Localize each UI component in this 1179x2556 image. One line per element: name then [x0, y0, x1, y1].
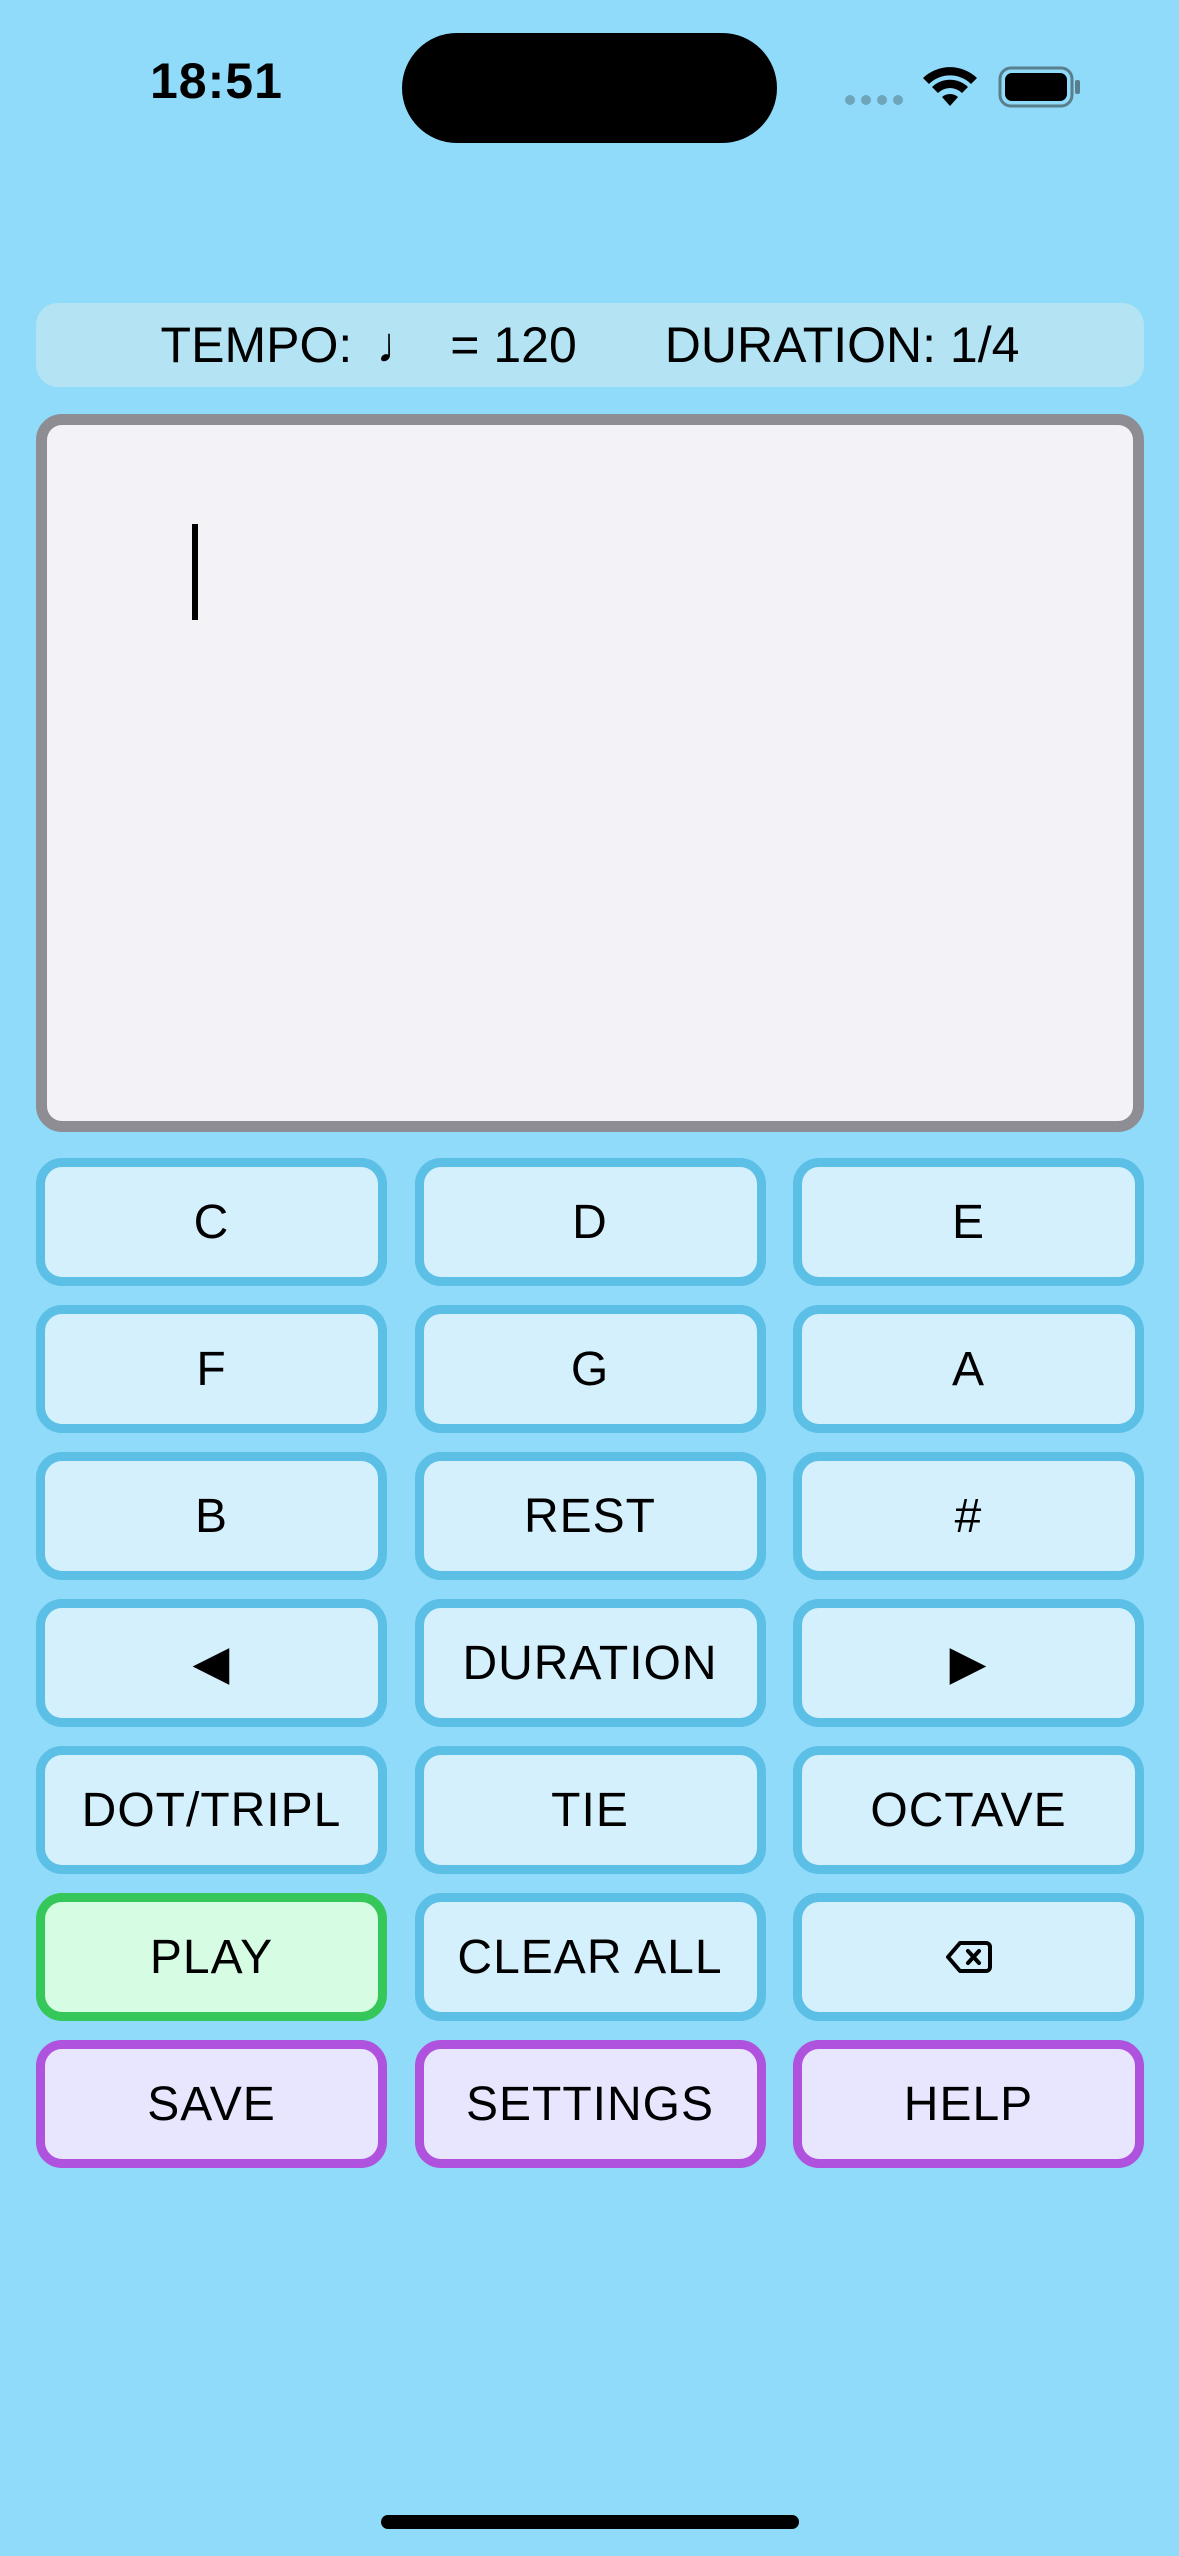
- battery-icon: [998, 66, 1080, 108]
- tempo-value: = 120: [450, 317, 577, 373]
- info-bar: TEMPO: ♩ = 120 DURATION: 1/4: [36, 303, 1144, 387]
- octave-button[interactable]: OCTAVE: [793, 1746, 1144, 1874]
- note-a-button[interactable]: A: [793, 1305, 1144, 1433]
- quarter-note-icon: ♩: [376, 317, 427, 373]
- note-b-button[interactable]: B: [36, 1452, 387, 1580]
- tempo-label: TEMPO:: [160, 317, 353, 373]
- cursor-right-button[interactable]: ▶: [793, 1599, 1144, 1727]
- note-g-button[interactable]: G: [414, 1305, 766, 1433]
- rest-button[interactable]: REST: [414, 1452, 766, 1580]
- dot-triplet-button[interactable]: DOT/TRIPL: [36, 1746, 387, 1874]
- cellular-signal-icon: [845, 95, 903, 105]
- text-caret: [192, 524, 198, 620]
- tempo-display[interactable]: TEMPO: ♩ = 120: [161, 316, 577, 374]
- play-button[interactable]: PLAY: [36, 1893, 387, 2021]
- help-button[interactable]: HELP: [793, 2040, 1144, 2168]
- clear-all-button[interactable]: CLEAR ALL: [414, 1893, 766, 2021]
- delete-backward-icon: [945, 1941, 992, 1973]
- wifi-icon: [923, 67, 977, 106]
- note-d-button[interactable]: D: [414, 1158, 766, 1286]
- duration-display: DURATION: 1/4: [665, 316, 1020, 374]
- tie-button[interactable]: TIE: [414, 1746, 766, 1874]
- keypad: C D E F G A B REST # ◀ DURATION ▶ DOT/TR…: [36, 1158, 1144, 2187]
- sharp-button[interactable]: #: [793, 1452, 1144, 1580]
- cursor-left-button[interactable]: ◀: [36, 1599, 387, 1727]
- backspace-button[interactable]: [793, 1893, 1144, 2021]
- note-c-button[interactable]: C: [36, 1158, 387, 1286]
- home-indicator[interactable]: [381, 2515, 799, 2529]
- note-f-button[interactable]: F: [36, 1305, 387, 1433]
- duration-button[interactable]: DURATION: [414, 1599, 766, 1727]
- settings-button[interactable]: SETTINGS: [414, 2040, 766, 2168]
- save-button[interactable]: SAVE: [36, 2040, 387, 2168]
- note-e-button[interactable]: E: [793, 1158, 1144, 1286]
- dynamic-island: [402, 33, 777, 143]
- status-time: 18:51: [150, 53, 283, 109]
- triangle-left-icon: ◀: [192, 1637, 231, 1690]
- triangle-right-icon: ▶: [949, 1637, 988, 1690]
- duration-label: DURATION: 1/4: [664, 317, 1020, 373]
- notation-editor[interactable]: [36, 414, 1144, 1132]
